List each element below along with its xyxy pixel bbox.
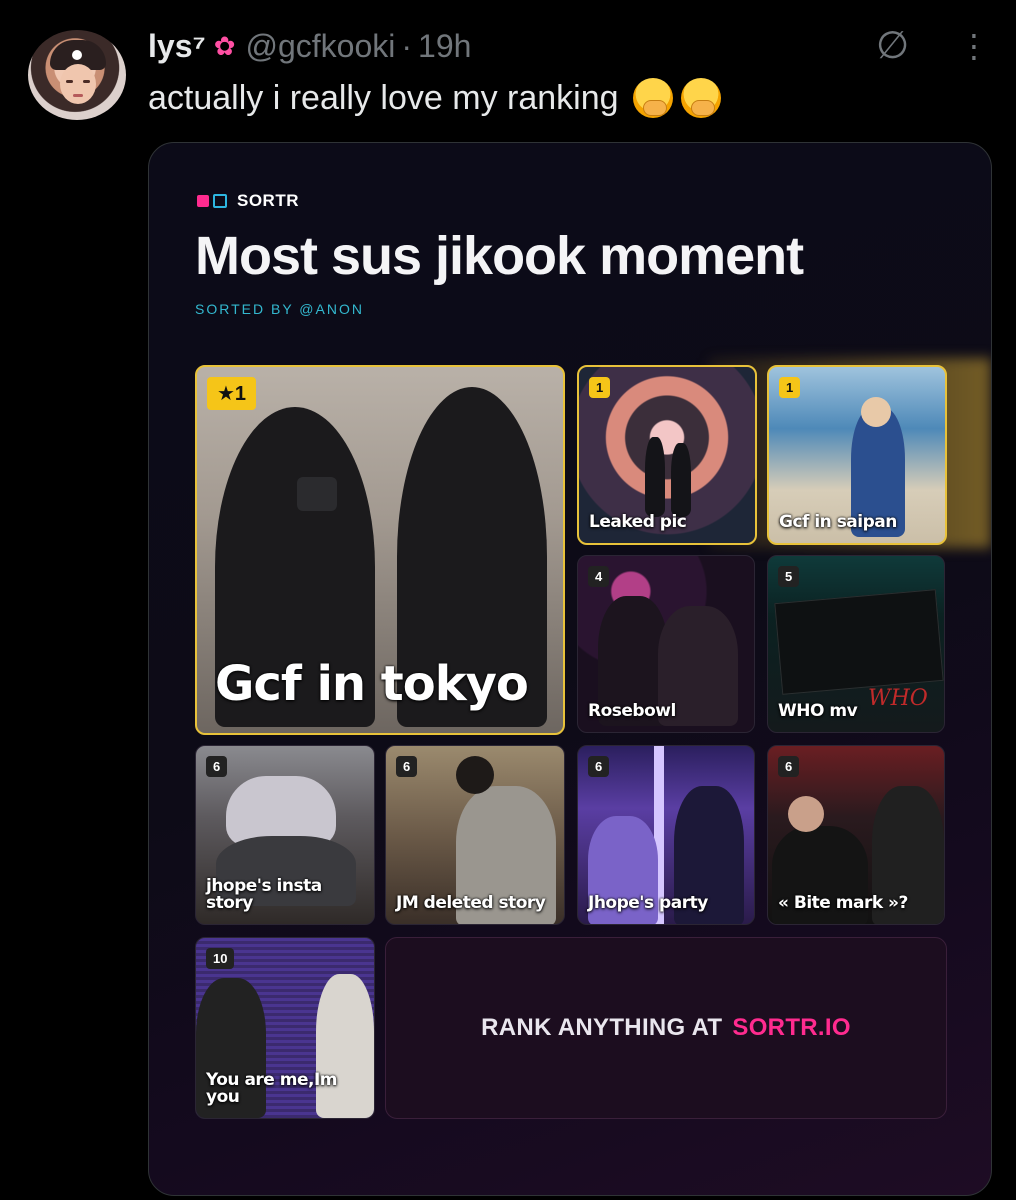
rank-badge: 4: [588, 566, 610, 587]
tweet-text-row: actually i really love my ranking: [148, 78, 721, 118]
rank-badge: 6: [206, 756, 228, 777]
lotus-icon: ✿: [213, 30, 236, 61]
grok-icon[interactable]: ∅: [876, 26, 909, 66]
tile-label: Gcf in tokyo: [215, 656, 529, 712]
rank-badge: 1: [779, 377, 801, 398]
cta-link[interactable]: SORTR.IO: [732, 1014, 850, 1041]
ranking-tile-jm-deleted-story[interactable]: 6 JM deleted story: [385, 745, 565, 925]
tile-label: Leaked pic: [589, 512, 687, 532]
tile-label: WHO mv: [778, 701, 858, 721]
ranking-tile-gcf-in-saipan[interactable]: 1 Gcf in saipan: [767, 365, 947, 545]
ranking-tile-leaked-pic[interactable]: 1 Leaked pic: [577, 365, 757, 545]
card-title: Most sus jikook moment: [195, 226, 804, 286]
ranking-tile-rosebowl[interactable]: 4 Rosebowl: [577, 555, 755, 733]
rank-badge: ★1: [207, 377, 257, 410]
ranking-tile-jhopes-insta-story[interactable]: 6 jhope's insta story: [195, 745, 375, 925]
brand: SORTR: [197, 191, 299, 211]
hand-over-mouth-emoji: [632, 78, 673, 118]
rank-badge: 5: [778, 566, 800, 587]
tile-label: Jhope's party: [588, 893, 708, 913]
tile-label: Rosebowl: [588, 701, 676, 721]
ranking-tile-who-mv[interactable]: WHO 5 WHO mv: [767, 555, 945, 733]
tile-label: Gcf in saipan: [779, 512, 897, 532]
tile-label: You are me,Im you: [206, 1070, 338, 1107]
timestamp[interactable]: 19h: [418, 28, 471, 65]
more-icon[interactable]: ⋮: [958, 26, 990, 66]
ranking-tile-bite-mark[interactable]: 6 « Bite mark »?: [767, 745, 945, 925]
brand-logo-cyan-square: [213, 194, 227, 208]
cta-text: RANK ANYTHING AT SORTR.IO: [481, 1014, 851, 1042]
separator: ·: [401, 27, 413, 64]
user-handle[interactable]: @gcfkooki: [245, 28, 395, 65]
rank-badge: 10: [206, 948, 235, 969]
avatar[interactable]: [28, 30, 126, 120]
ranking-card[interactable]: SORTR Most sus jikook moment SORTED BY @…: [148, 142, 992, 1196]
sorted-by: SORTED BY @ANON: [195, 301, 364, 317]
cta-prefix: RANK ANYTHING AT: [481, 1014, 723, 1041]
brand-name: SORTR: [237, 191, 299, 210]
brand-logo-pink-square: [197, 195, 209, 207]
rank-badge: 6: [396, 756, 418, 777]
ranking-tile-gcf-in-tokyo[interactable]: ★1 Gcf in tokyo: [195, 365, 565, 735]
rank-badge: 1: [589, 377, 611, 398]
tile-label: JM deleted story: [396, 893, 546, 913]
rank-badge: 6: [778, 756, 800, 777]
tile-label: jhope's insta story: [206, 876, 322, 913]
tile-label: « Bite mark »?: [778, 893, 908, 913]
rank-badge: 6: [588, 756, 610, 777]
ranking-tile-jhopes-party[interactable]: 6 Jhope's party: [577, 745, 755, 925]
hand-over-mouth-emoji: [680, 78, 721, 118]
tweet-header: lys⁷ ✿ @gcfkooki · 19h: [148, 26, 471, 66]
display-name[interactable]: lys⁷: [148, 28, 206, 65]
tweet-text: actually i really love my ranking: [148, 78, 619, 117]
cta-banner[interactable]: RANK ANYTHING AT SORTR.IO: [385, 937, 947, 1119]
ranking-tile-you-are-me[interactable]: 10 You are me,Im you: [195, 937, 375, 1119]
